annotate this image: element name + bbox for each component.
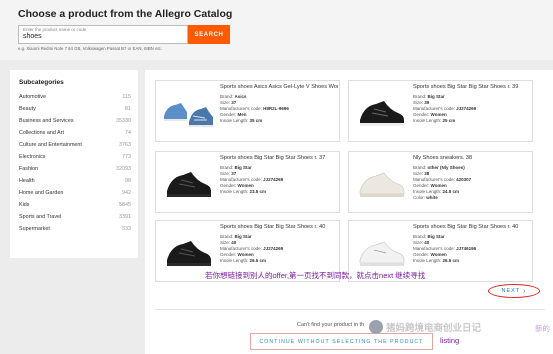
sidebar-item-beauty[interactable]: Beauty 81: [19, 106, 131, 116]
product-card[interactable]: Sports shoes Big Star Big Star Shoes r. …: [155, 151, 340, 213]
watermark: 猪妈跨境电商创业日记: [369, 320, 481, 334]
product-image: [161, 86, 216, 138]
chevron-right-icon: ›: [523, 287, 527, 295]
catalog-header: Choose a product from the Allegro Catalo…: [0, 0, 553, 60]
sidebar-item-home-garden[interactable]: Home and Garden 942: [19, 190, 131, 200]
sidebar-item-supermarket[interactable]: Supermarket 333: [19, 226, 131, 236]
product-card[interactable]: Sports shoes Big Star Big Star Shoes r. …: [348, 80, 533, 142]
sidebar-item-automotive[interactable]: Automotive 115: [19, 94, 131, 104]
product-card[interactable]: Sports shoes Asics Asics Gel-Lyte V Shoe…: [155, 80, 340, 142]
search-placeholder: Enter the product name or code: [23, 27, 87, 32]
divider: [155, 309, 545, 310]
sidebar-item-sports-travel[interactable]: Sports and Travel 3391: [19, 214, 131, 224]
continue-without-product-button[interactable]: CONTINUE WITHOUT SELECTING THE PRODUCT: [250, 333, 433, 350]
product-image: [161, 157, 216, 209]
next-label: NEXT: [501, 288, 521, 294]
product-name[interactable]: Nly Shoes sneakers. 38: [413, 155, 531, 162]
subcategories-panel: Subcategories Automotive 115 Beauty 81 Bus…: [10, 70, 138, 258]
search-value[interactable]: shoes: [23, 33, 42, 40]
sidebar-item-fashion[interactable]: Fashion 32093: [19, 166, 131, 176]
watermark-text: 猪妈跨境电商创业日记: [386, 323, 482, 334]
product-image: [354, 86, 409, 138]
wechat-logo-icon: [369, 320, 383, 334]
listing-annotation: listing: [440, 336, 460, 345]
search-hint: e.g. Xiaomi Redmi Note 7 64 GB, Volkswag…: [18, 46, 163, 51]
sidebar-item-culture[interactable]: Culture and Entertainment 3763: [19, 142, 131, 152]
search-button[interactable]: SEARCH: [188, 25, 230, 44]
product-name[interactable]: Sports shoes Asics Asics Gel-Lyte V Shoe…: [220, 84, 338, 91]
product-name[interactable]: Sports shoes Big Star Big Star Shoes r. …: [220, 224, 338, 231]
sidebar-item-business[interactable]: Business and Services 35330: [19, 118, 131, 128]
cant-find-text: Can't find your product in th: [297, 322, 365, 328]
product-name[interactable]: Sports shoes Big Star Big Star Shoes r. …: [413, 224, 531, 231]
next-page-button[interactable]: NEXT ›: [488, 284, 540, 298]
tutorial-annotation: 若你想链接到别人的offer,第一页找不到同款，就点击next 继续寻找: [205, 271, 426, 280]
product-name[interactable]: Sports shoes Big Star Big Star Shoes r. …: [413, 84, 531, 91]
watermark-tail: 新的: [535, 324, 550, 333]
page-title: Choose a product from the Allegro Catalo…: [18, 8, 233, 20]
product-image: [354, 157, 409, 209]
sidebar-item-electronics[interactable]: Electronics 773: [19, 154, 131, 164]
sidebar-item-collections[interactable]: Collections and Art 74: [19, 130, 131, 140]
product-name[interactable]: Sports shoes Big Star Big Star Shoes r. …: [220, 155, 338, 162]
sidebar-item-health[interactable]: Health 98: [19, 178, 131, 188]
product-card[interactable]: Nly Shoes sneakers. 38 Brand: other (Nly…: [348, 151, 533, 213]
search-input[interactable]: Enter the product name or code shoes: [18, 25, 188, 44]
subcategories-title: Subcategories: [19, 79, 64, 86]
sidebar-item-kids[interactable]: Kids 5845: [19, 202, 131, 212]
